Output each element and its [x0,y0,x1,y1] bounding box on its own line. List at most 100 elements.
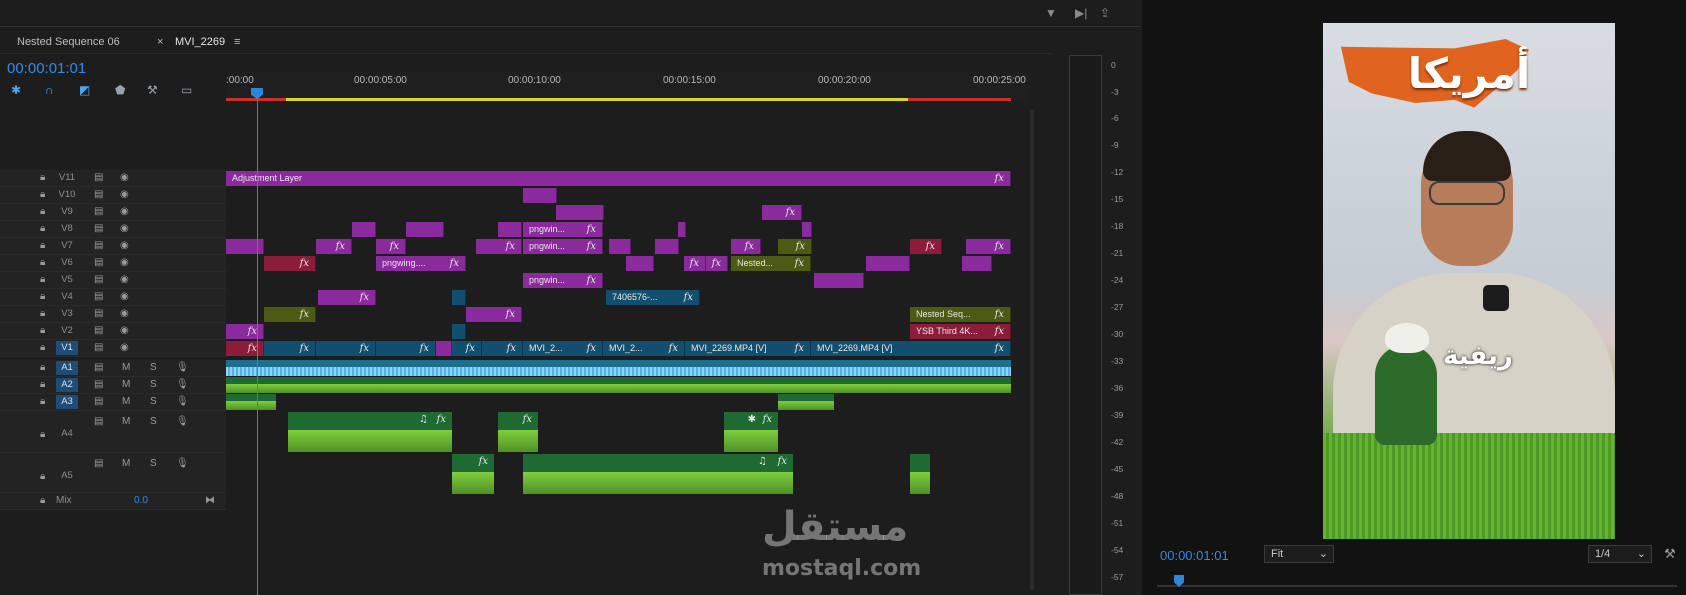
clip[interactable] [406,222,444,237]
clip-png-3[interactable]: pngwing.... fx [376,256,466,271]
clip[interactable]: fx [264,341,316,356]
sync-lock-icon[interactable]: ▤ [94,458,103,469]
clip[interactable] [452,290,466,305]
insert-nested-icon[interactable]: ✱ [11,83,21,97]
clip-v1-c[interactable]: MVI_2269.MP4 [V] fx [685,341,811,356]
audio-clip-a5[interactable]: fx [452,454,494,494]
clip[interactable]: fx [476,239,522,254]
mute-button[interactable]: M [122,362,130,373]
tab-menu-icon[interactable]: ≡ [234,36,240,48]
add-marker-icon[interactable]: ⬟ [115,83,125,97]
lock-icon[interactable]: 🔒︎ [40,379,45,390]
lock-icon[interactable]: 🔒︎ [40,396,45,407]
clip-v1-d[interactable]: MVI_2269.MP4 [V] fx [811,341,1011,356]
solo-button[interactable]: S [150,362,157,373]
clip-ysb[interactable]: YSB Third 4K... fx [910,324,1011,339]
audio-clip-a3[interactable] [226,394,276,410]
sync-lock-icon[interactable]: ▤ [94,362,103,373]
eye-icon[interactable]: ◉ [120,189,129,200]
track-label[interactable]: A3 [56,395,78,409]
settings-wrench-icon[interactable]: ⚒ [1664,546,1676,562]
resolution-select[interactable]: 1/4 ⌄ [1588,545,1652,563]
track-label[interactable]: V7 [56,239,78,253]
track-label[interactable]: V9 [56,205,78,219]
audio-clip-a1[interactable] [226,360,1011,376]
eye-icon[interactable]: ◉ [120,240,129,251]
track-label[interactable]: A5 [56,469,78,483]
clip[interactable] [226,239,264,254]
track-label[interactable]: V10 [56,188,78,202]
track-label[interactable]: A1 [56,361,78,375]
sync-lock-icon[interactable]: ▤ [94,325,103,336]
eye-icon[interactable]: ◉ [120,274,129,285]
linked-selection-icon[interactable]: ◩ [79,83,90,97]
lock-icon[interactable]: 🔒︎ [40,291,45,302]
program-timecode[interactable]: 00:00:01:01 [1160,548,1229,563]
program-scrubber[interactable] [1157,585,1677,587]
clip[interactable]: fx [706,256,728,271]
lock-icon[interactable]: 🔒︎ [40,342,45,353]
solo-button[interactable]: S [150,458,157,469]
clip[interactable] [678,222,686,237]
lock-icon[interactable]: 🔒︎ [40,471,45,482]
clip[interactable]: fx [466,307,522,322]
mute-button[interactable]: M [122,458,130,469]
microphone-icon[interactable]: 🎙︎ [176,458,189,469]
audio-clip-a4[interactable]: ♫ fx [288,412,452,452]
clip[interactable] [609,239,631,254]
track-label[interactable]: V5 [56,273,78,287]
clip[interactable]: fx [318,290,376,305]
eye-icon[interactable]: ◉ [120,257,129,268]
clip[interactable] [655,239,679,254]
clip-v1-b[interactable]: MVI_2... fx [603,341,685,356]
lock-icon[interactable]: 🔒︎ [40,362,45,373]
step-forward-icon[interactable]: ▶| [1075,6,1087,20]
audio-clip-a4[interactable]: fx [498,412,538,452]
clip[interactable] [866,256,910,271]
clip[interactable] [352,222,376,237]
lock-icon[interactable]: 🔒︎ [40,495,45,506]
clip[interactable] [556,205,604,220]
clip-png-4[interactable]: pngwin... fx [523,273,603,288]
solo-button[interactable]: S [150,396,157,407]
track-label[interactable]: V8 [56,222,78,236]
clip[interactable]: fx [226,324,264,339]
clip[interactable] [802,222,812,237]
sync-lock-icon[interactable]: ▤ [94,274,103,285]
clip[interactable]: fx [376,341,436,356]
clip[interactable]: fx [316,239,352,254]
snap-magnet-icon[interactable]: ∩ [45,83,54,97]
timeline-scrollbar[interactable] [1030,110,1034,590]
solo-button[interactable]: S [150,416,157,427]
sync-lock-icon[interactable]: ▤ [94,379,103,390]
mute-button[interactable]: M [122,379,130,390]
clip[interactable] [452,324,466,339]
clip[interactable]: fx [264,307,316,322]
sync-lock-icon[interactable]: ▤ [94,257,103,268]
clip[interactable]: fx [910,239,942,254]
eye-icon[interactable]: ◉ [120,223,129,234]
clip[interactable] [626,256,654,271]
audio-clip-a4[interactable]: ✱ fx [724,412,778,452]
sync-lock-icon[interactable]: ▤ [94,223,103,234]
sync-lock-icon[interactable]: ▤ [94,396,103,407]
tab-nested-sequence[interactable]: Nested Sequence 06 [17,36,120,48]
end-icon[interactable]: ⧓ [205,495,215,506]
clip-nested-seq[interactable]: Nested Seq... fx [910,307,1011,322]
clip-png-1[interactable]: pngwin... fx [523,222,603,237]
mute-button[interactable]: M [122,416,130,427]
track-label[interactable]: V6 [56,256,78,270]
track-label[interactable]: V1 [56,341,78,355]
audio-clip-a2[interactable] [226,377,1011,393]
track-label[interactable]: A2 [56,378,78,392]
track-label[interactable]: A4 [56,427,78,441]
track-label[interactable]: V11 [56,171,78,185]
clip-adjustment-layer[interactable]: Adjustment Layer fx [226,171,1011,186]
sequence-timecode[interactable]: 00:00:01:01 [7,60,86,77]
eye-icon[interactable]: ◉ [120,172,129,183]
eye-icon[interactable]: ◉ [120,325,129,336]
clip[interactable] [814,273,864,288]
clip[interactable] [962,256,992,271]
track-label[interactable]: V4 [56,290,78,304]
audio-clip-a5[interactable] [910,454,930,494]
